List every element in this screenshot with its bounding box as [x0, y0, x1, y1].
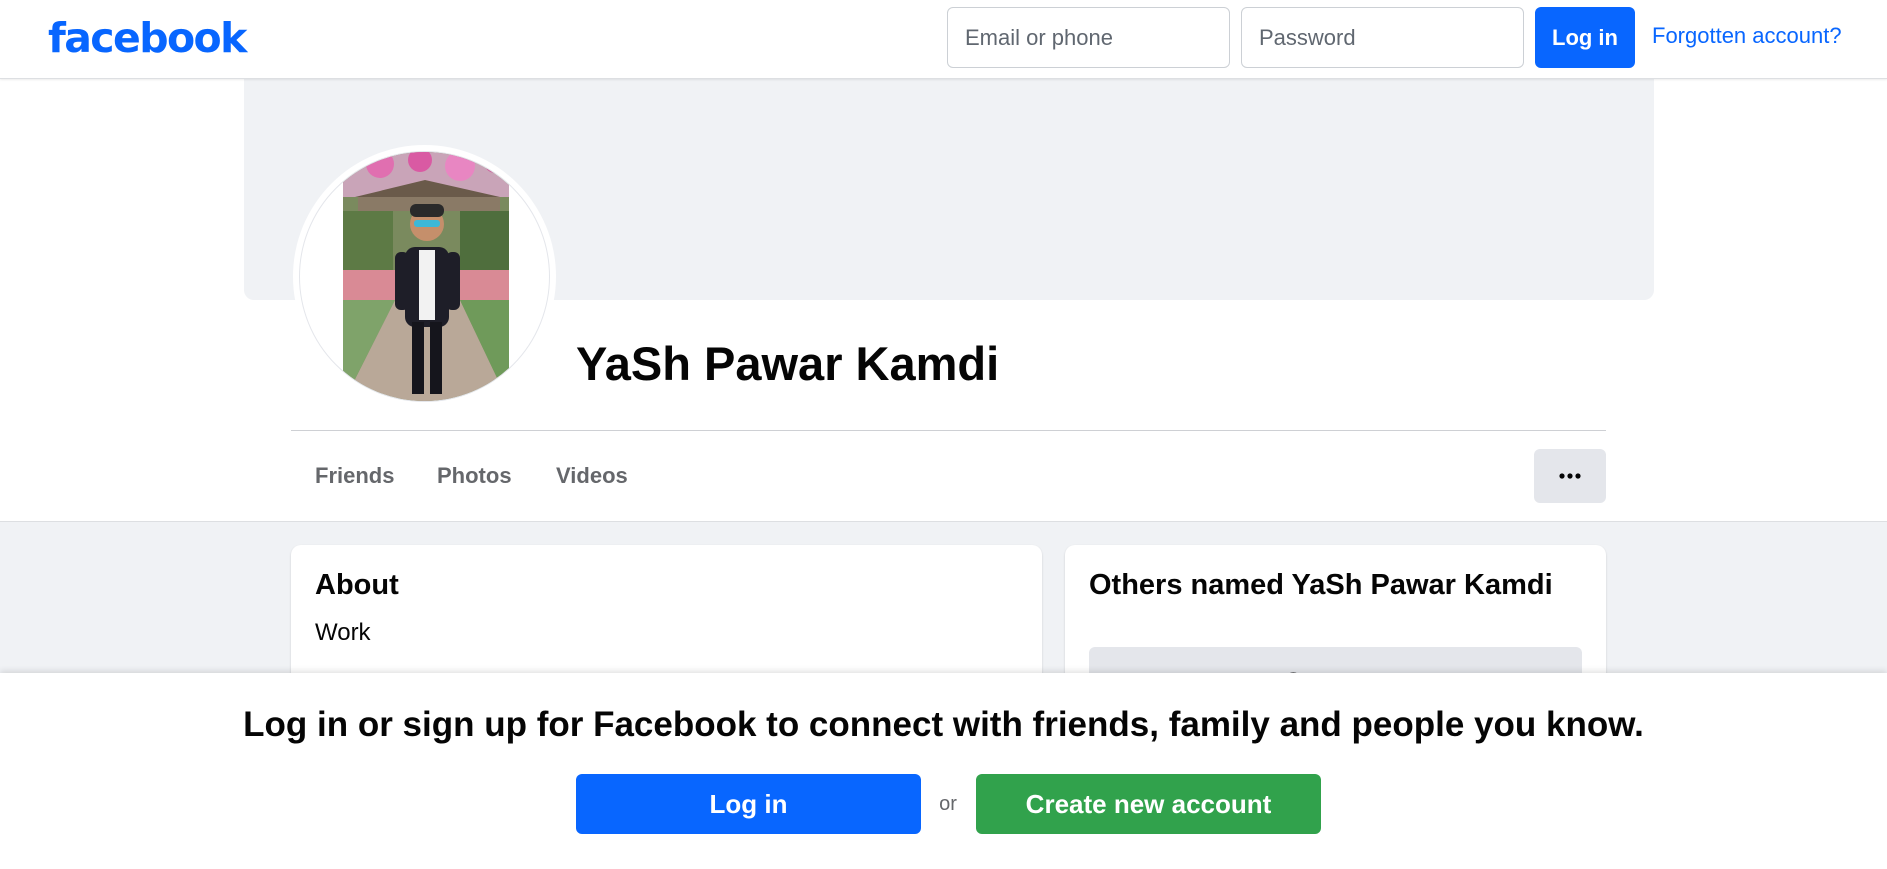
forgotten-account-link[interactable]: Forgotten account?: [1652, 22, 1842, 50]
about-title: About: [315, 569, 399, 601]
tab-photos[interactable]: Photos: [437, 462, 512, 490]
password-input[interactable]: [1241, 7, 1524, 68]
login-button[interactable]: Log in: [1535, 7, 1635, 68]
facebook-logo[interactable]: facebook: [48, 14, 247, 62]
about-work-label: Work: [315, 619, 371, 646]
tab-videos[interactable]: Videos: [556, 462, 628, 490]
banner-login-button[interactable]: Log in: [576, 774, 921, 834]
profile-photo-image: [343, 152, 509, 401]
email-input[interactable]: [947, 7, 1230, 68]
more-options-button[interactable]: [1534, 449, 1606, 503]
or-separator: or: [939, 793, 957, 815]
avatar: [299, 151, 550, 402]
top-nav-bar: facebook Log in Forgotten account?: [0, 0, 1887, 79]
tab-friends[interactable]: Friends: [315, 462, 394, 490]
profile-picture[interactable]: [293, 145, 556, 408]
header-divider: [291, 430, 1606, 431]
ellipsis-icon: [1559, 473, 1581, 479]
profile-name: YaSh Pawar Kamdi: [576, 337, 1000, 390]
login-banner: Log in or sign up for Facebook to connec…: [0, 673, 1887, 869]
others-named-title: Others named YaSh Pawar Kamdi: [1089, 569, 1553, 601]
banner-message: Log in or sign up for Facebook to connec…: [243, 705, 1644, 744]
create-account-button[interactable]: Create new account: [976, 774, 1321, 834]
